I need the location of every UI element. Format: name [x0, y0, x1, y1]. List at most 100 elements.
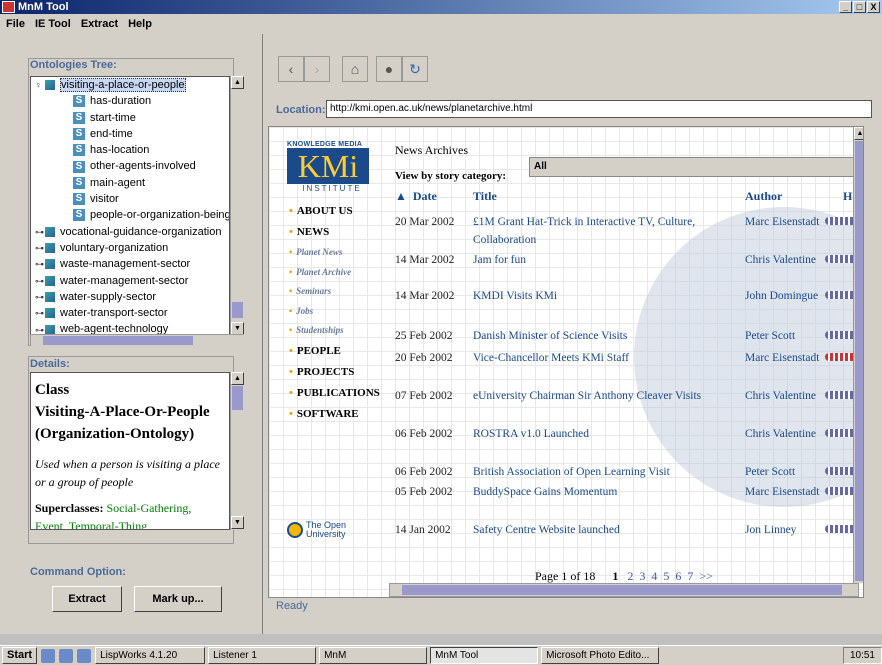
row-title-link[interactable]: Jam for fun [473, 251, 743, 269]
row-title-link[interactable]: ROSTRA v1.0 Launched [473, 425, 743, 443]
collapsed-handle-icon[interactable]: ⊶ [35, 289, 45, 305]
tree-node[interactable]: ⊶ vocational-guidance-organization [31, 224, 229, 240]
markup-button[interactable]: Mark up... [134, 586, 222, 612]
tree-node[interactable]: Shas-duration [31, 93, 229, 109]
collapsed-handle-icon[interactable]: ⊶ [35, 224, 45, 240]
pager-link[interactable]: 4 [651, 569, 657, 583]
menu-ie-tool[interactable]: IE Tool [35, 18, 71, 30]
row-author-link[interactable]: Peter Scott [745, 463, 835, 481]
nav-item[interactable]: • SOFTWARE [289, 408, 359, 420]
row-title-link[interactable]: eUniversity Chairman Sir Anthony Cleaver… [473, 387, 743, 405]
pager-link[interactable]: 7 [687, 569, 693, 583]
maximize-button[interactable]: □ [853, 1, 866, 13]
tree-node[interactable]: Speople-or-organization-being-v [31, 207, 229, 223]
taskbar-task[interactable]: MnM Tool [430, 647, 539, 664]
row-author-link[interactable]: Marc Eisenstadt [745, 213, 835, 231]
browser-scroll-up-icon[interactable]: ▲ [854, 127, 863, 140]
details-scroll-up-icon[interactable]: ▲ [231, 372, 244, 385]
browser-hscroll-thumb[interactable] [402, 585, 842, 595]
expanded-handle-icon[interactable]: ♀ [35, 77, 45, 93]
tree-node[interactable]: Svisitor [31, 191, 229, 207]
details-scroll-thumb[interactable] [232, 386, 243, 410]
tree-node[interactable]: Sother-agents-involved [31, 158, 229, 174]
quicklaunch-outlook-icon[interactable] [77, 648, 92, 663]
row-author-link[interactable]: Marc Eisenstadt [745, 349, 835, 367]
col-author-header[interactable]: Author [745, 189, 782, 204]
menu-file[interactable]: File [6, 18, 25, 30]
nav-item[interactable]: • ABOUT US [289, 205, 353, 217]
back-icon[interactable]: ‹ [278, 56, 304, 82]
tree-hscroll[interactable] [30, 334, 244, 346]
browser-scroll-thumb[interactable] [855, 141, 863, 581]
col-date-header[interactable]: ▲ Date [395, 189, 437, 204]
row-title-link[interactable]: £1M Grant Hat-Trick in Interactive TV, C… [473, 213, 743, 249]
refresh-icon[interactable]: ↻ [402, 56, 428, 82]
start-button[interactable]: Start [2, 647, 38, 664]
minimize-button[interactable]: _ [839, 1, 852, 13]
nav-item[interactable]: • Seminars [289, 286, 331, 296]
extract-button[interactable]: Extract [52, 586, 122, 612]
row-title-link[interactable]: Safety Centre Website launched [473, 521, 743, 539]
taskbar-task[interactable]: Microsoft Photo Edito... [541, 647, 660, 664]
nav-item[interactable]: • NEWS [289, 226, 329, 238]
row-title-link[interactable]: KMDI Visits KMi [473, 287, 743, 305]
scroll-up-icon[interactable]: ▲ [231, 76, 244, 89]
row-title-link[interactable]: BuddySpace Gains Momentum [473, 483, 743, 501]
nav-item[interactable]: • Planet News [289, 247, 342, 257]
row-author-link[interactable]: John Domingue [745, 287, 835, 305]
location-input[interactable]: http://kmi.open.ac.uk/news/planetarchive… [326, 100, 872, 118]
row-title-link[interactable]: Vice-Chancellor Meets KMi Staff [473, 349, 743, 367]
row-author-link[interactable]: Jon Linney [745, 521, 835, 539]
tree-node[interactable]: ⊶ water-transport-sector [31, 305, 229, 321]
col-title-header[interactable]: Title [473, 189, 497, 204]
tree-vscroll[interactable]: ▲ ▼ [230, 76, 244, 336]
pager-link[interactable]: 3 [639, 569, 645, 583]
menu-help[interactable]: Help [128, 18, 152, 30]
collapsed-handle-icon[interactable]: ⊶ [35, 256, 45, 272]
row-author-link[interactable]: Chris Valentine [745, 425, 835, 443]
nav-item[interactable]: • Planet Archive [289, 267, 351, 277]
nav-item[interactable]: • Jobs [289, 306, 313, 316]
collapsed-handle-icon[interactable]: ⊶ [35, 273, 45, 289]
tree-node[interactable]: Shas-location [31, 142, 229, 158]
forward-icon[interactable]: › [304, 56, 330, 82]
tree-node[interactable]: Smain-agent [31, 175, 229, 191]
tree-node[interactable]: ⊶ waste-management-sector [31, 256, 229, 272]
ontology-tree[interactable]: ♀ visiting-a-place-or-people Shas-duration… [30, 76, 230, 336]
tree-hscroll-thumb[interactable] [43, 336, 193, 345]
category-select[interactable]: All [529, 157, 863, 177]
tree-node[interactable]: ⊶ water-management-sector [31, 273, 229, 289]
tree-node[interactable]: ♀ visiting-a-place-or-people [31, 77, 229, 93]
nav-item[interactable]: • PROJECTS [289, 366, 354, 378]
menu-extract[interactable]: Extract [81, 18, 118, 30]
collapsed-handle-icon[interactable]: ⊶ [35, 305, 45, 321]
nav-item[interactable]: • PUBLICATIONS [289, 387, 380, 399]
close-button[interactable]: X [867, 1, 880, 13]
quicklaunch-desktop-icon[interactable] [41, 648, 56, 663]
stop-icon[interactable]: ● [376, 56, 402, 82]
row-author-link[interactable]: Peter Scott [745, 327, 835, 345]
row-author-link[interactable]: Marc Eisenstadt [745, 483, 835, 501]
row-title-link[interactable]: Danish Minister of Science Visits [473, 327, 743, 345]
pager-link[interactable]: 5 [663, 569, 669, 583]
home-icon[interactable]: ⌂ [342, 56, 368, 82]
tree-scroll-thumb[interactable] [232, 302, 243, 318]
row-author-link[interactable]: Chris Valentine [745, 251, 835, 269]
tree-node[interactable]: Send-time [31, 126, 229, 142]
taskbar-task[interactable]: LispWorks 4.1.20 [95, 647, 206, 664]
nav-item[interactable]: • Studentships [289, 325, 344, 335]
nav-item[interactable]: • PEOPLE [289, 345, 341, 357]
pager-link[interactable]: 6 [675, 569, 681, 583]
details-scroll-down-icon[interactable]: ▼ [231, 516, 244, 529]
quicklaunch-ie-icon[interactable] [59, 648, 74, 663]
tree-node[interactable]: ⊶ voluntary-organization [31, 240, 229, 256]
tree-node[interactable]: ⊶ water-supply-sector [31, 289, 229, 305]
row-author-link[interactable]: Chris Valentine [745, 387, 835, 405]
row-title-link[interactable]: British Association of Open Learning Vis… [473, 463, 743, 481]
taskbar-task[interactable]: Listener 1 [208, 647, 317, 664]
browser-hscroll[interactable] [389, 583, 859, 597]
browser-vscroll[interactable]: ▲ [853, 127, 863, 583]
collapsed-handle-icon[interactable]: ⊶ [35, 240, 45, 256]
details-vscroll[interactable]: ▲ ▼ [230, 372, 244, 530]
pager-link[interactable]: >> [699, 569, 713, 583]
